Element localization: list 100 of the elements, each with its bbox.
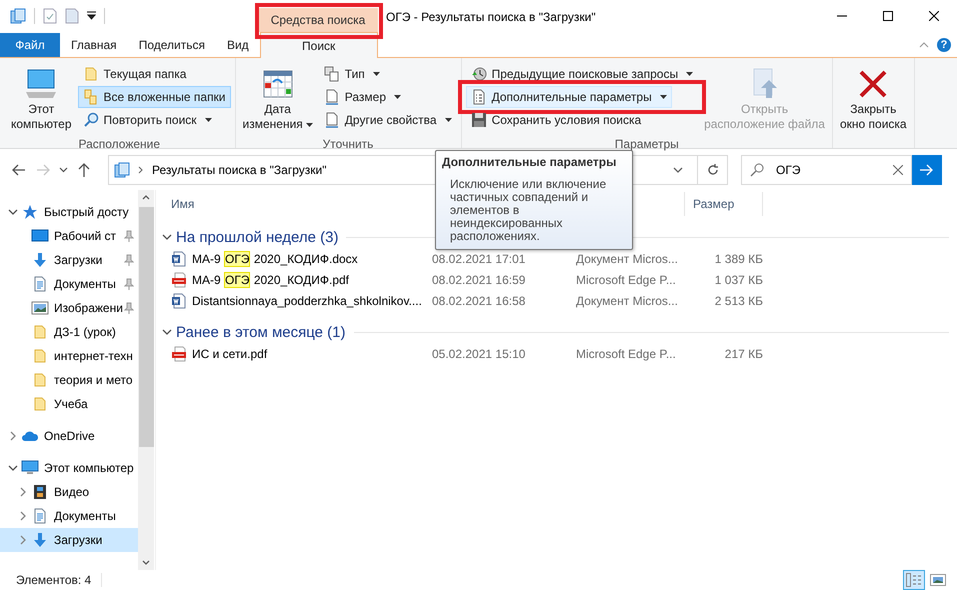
document-icon (32, 276, 48, 292)
ribbon-tab[interactable]: Главная (60, 32, 128, 57)
caret-icon (686, 72, 694, 76)
search-results-icon (114, 162, 130, 178)
caret-icon (204, 118, 212, 122)
ribbon-group-label: Расположение (77, 137, 162, 151)
nav-item[interactable]: Этот компьютер (0, 456, 138, 480)
collapse-chevron-icon[interactable] (8, 464, 18, 472)
ribbon-large-button[interactable]: Этот компьютер (8, 61, 75, 137)
expand-chevron-icon[interactable] (9, 431, 17, 441)
file-name[interactable]: Distantsionnaya_podderzhka_shkolnikov.... (192, 294, 422, 308)
address-path: Результаты поиска в "Загрузки" (152, 163, 326, 177)
group-header[interactable]: На прошлой неделе (3) (176, 228, 338, 246)
list-page-icon (470, 89, 487, 105)
window-title: ОГЭ - Результаты поиска в "Загрузки" (385, 9, 597, 26)
ribbon-button[interactable]: Все вложенные папки (78, 86, 231, 108)
caret-icon (444, 118, 452, 122)
page-icon (324, 89, 340, 105)
file-name[interactable]: МА-9 ОГЭ 2020_КОДИФ.pdf (192, 273, 350, 287)
expand-chevron-icon[interactable] (19, 487, 27, 497)
collapse-chevron-icon[interactable] (162, 233, 172, 241)
collapse-chevron-icon[interactable] (162, 328, 172, 336)
date-cell-text: 08.02.2021 16:59 (432, 273, 526, 287)
ribbon-tab[interactable]: Файл (0, 33, 60, 57)
nav-item[interactable]: Видео (0, 480, 138, 504)
refresh-icon (706, 164, 718, 176)
nav-item[interactable]: Изображени (0, 296, 138, 320)
help-button[interactable]: ? (937, 38, 951, 52)
computer-icon (21, 460, 39, 476)
caret-icon (306, 122, 313, 127)
ribbon-button[interactable]: Текущая папка (78, 63, 192, 85)
ribbon-button[interactable]: Размер (318, 86, 406, 108)
nav-item[interactable]: Загрузки (0, 248, 138, 272)
desktop-icon (31, 228, 49, 244)
folder-icon (32, 372, 48, 388)
maximize-icon (883, 11, 893, 21)
folder-icon (32, 396, 48, 412)
ribbon-tab[interactable]: Вид (216, 32, 260, 57)
folder-icon (32, 324, 48, 340)
nav-item[interactable]: Загрузки (0, 528, 138, 552)
refresh-button[interactable] (698, 155, 728, 185)
download-arrow-icon (32, 252, 48, 268)
customize-dropdown-icon[interactable] (87, 11, 96, 21)
file-name[interactable]: МА-9 ОГЭ 2020_КОДИФ.docx (192, 252, 358, 266)
ribbon-group-label: Параметры (614, 137, 680, 151)
date-cell-text: 08.02.2021 16:58 (432, 294, 526, 308)
ribbon-large-button[interactable]: Закрыть окно поиска (836, 61, 910, 137)
nav-item[interactable]: Рабочий ст (0, 224, 138, 248)
search-go-button[interactable] (912, 155, 942, 185)
ribbon-button[interactable]: Тип (318, 63, 385, 85)
item-count: Элементов: 4 (16, 573, 102, 587)
caret-icon (372, 72, 380, 76)
file-type-icon (324, 66, 340, 82)
history-icon (470, 66, 487, 82)
search-field[interactable]: ОГЭ (741, 155, 912, 185)
nav-item[interactable]: ДЗ-1 (урок) (0, 320, 138, 344)
clear-icon[interactable] (893, 165, 903, 175)
nav-item[interactable]: теория и мето (0, 368, 138, 392)
nav-item[interactable]: OneDrive (0, 424, 138, 448)
dropdown-chevron-icon[interactable] (673, 167, 683, 173)
ribbon-large-button[interactable]: Дата изменения (240, 61, 316, 137)
ribbon-button[interactable]: Повторить поиск (78, 109, 217, 131)
large-icons-view-icon (930, 574, 946, 586)
nav-item[interactable]: Документы (0, 504, 138, 528)
ribbon-button[interactable]: Другие свойства (318, 109, 457, 131)
nav-item[interactable]: Документы (0, 272, 138, 296)
pin-icon (124, 254, 134, 266)
collapse-chevron-icon[interactable] (8, 208, 18, 216)
size-cell-text: 1 037 КБ (714, 273, 763, 287)
expand-chevron-icon[interactable] (19, 535, 27, 545)
ribbon-button[interactable]: Предыдущие поисковые запросы (466, 63, 698, 85)
type-cell-text: Документ Micros... (576, 252, 679, 266)
file-name[interactable]: ИС и сети.pdf (192, 347, 268, 361)
column-header[interactable]: Размер (684, 192, 763, 216)
group-header[interactable]: Ранее в этом месяце (1) (176, 324, 346, 340)
view-button[interactable] (903, 570, 925, 590)
nav-item[interactable]: Учеба (0, 392, 138, 416)
nav-item[interactable]: Быстрый досту (0, 200, 138, 224)
pin-icon (124, 278, 134, 290)
caret-icon (394, 95, 402, 99)
back-arrow-icon (11, 162, 27, 178)
star-icon (22, 204, 38, 220)
nav-item[interactable]: интернет-техн (0, 344, 138, 368)
scrollbar[interactable] (138, 190, 154, 570)
app-folder-icon[interactable] (10, 8, 26, 24)
folder-icon (32, 348, 48, 364)
calendar-icon (262, 68, 294, 100)
magnifier-icon (82, 112, 99, 128)
type-cell-text: Microsoft Edge P... (576, 347, 677, 361)
ribbon-button[interactable]: Дополнительные параметры (466, 86, 672, 108)
search-icon (750, 163, 764, 177)
date-cell-text: 05.02.2021 15:10 (432, 347, 526, 361)
collapse-ribbon-icon[interactable] (919, 42, 929, 48)
close-x-icon (857, 68, 890, 100)
type-cell-text: Microsoft Edge P... (576, 273, 677, 287)
forward-arrow-icon (35, 162, 51, 178)
ribbon-tab[interactable]: Поделиться (128, 32, 216, 57)
column-header[interactable]: Имя (171, 192, 432, 216)
expand-chevron-icon[interactable] (19, 511, 27, 521)
ribbon-button[interactable]: Сохранить условия поиска (466, 109, 646, 131)
